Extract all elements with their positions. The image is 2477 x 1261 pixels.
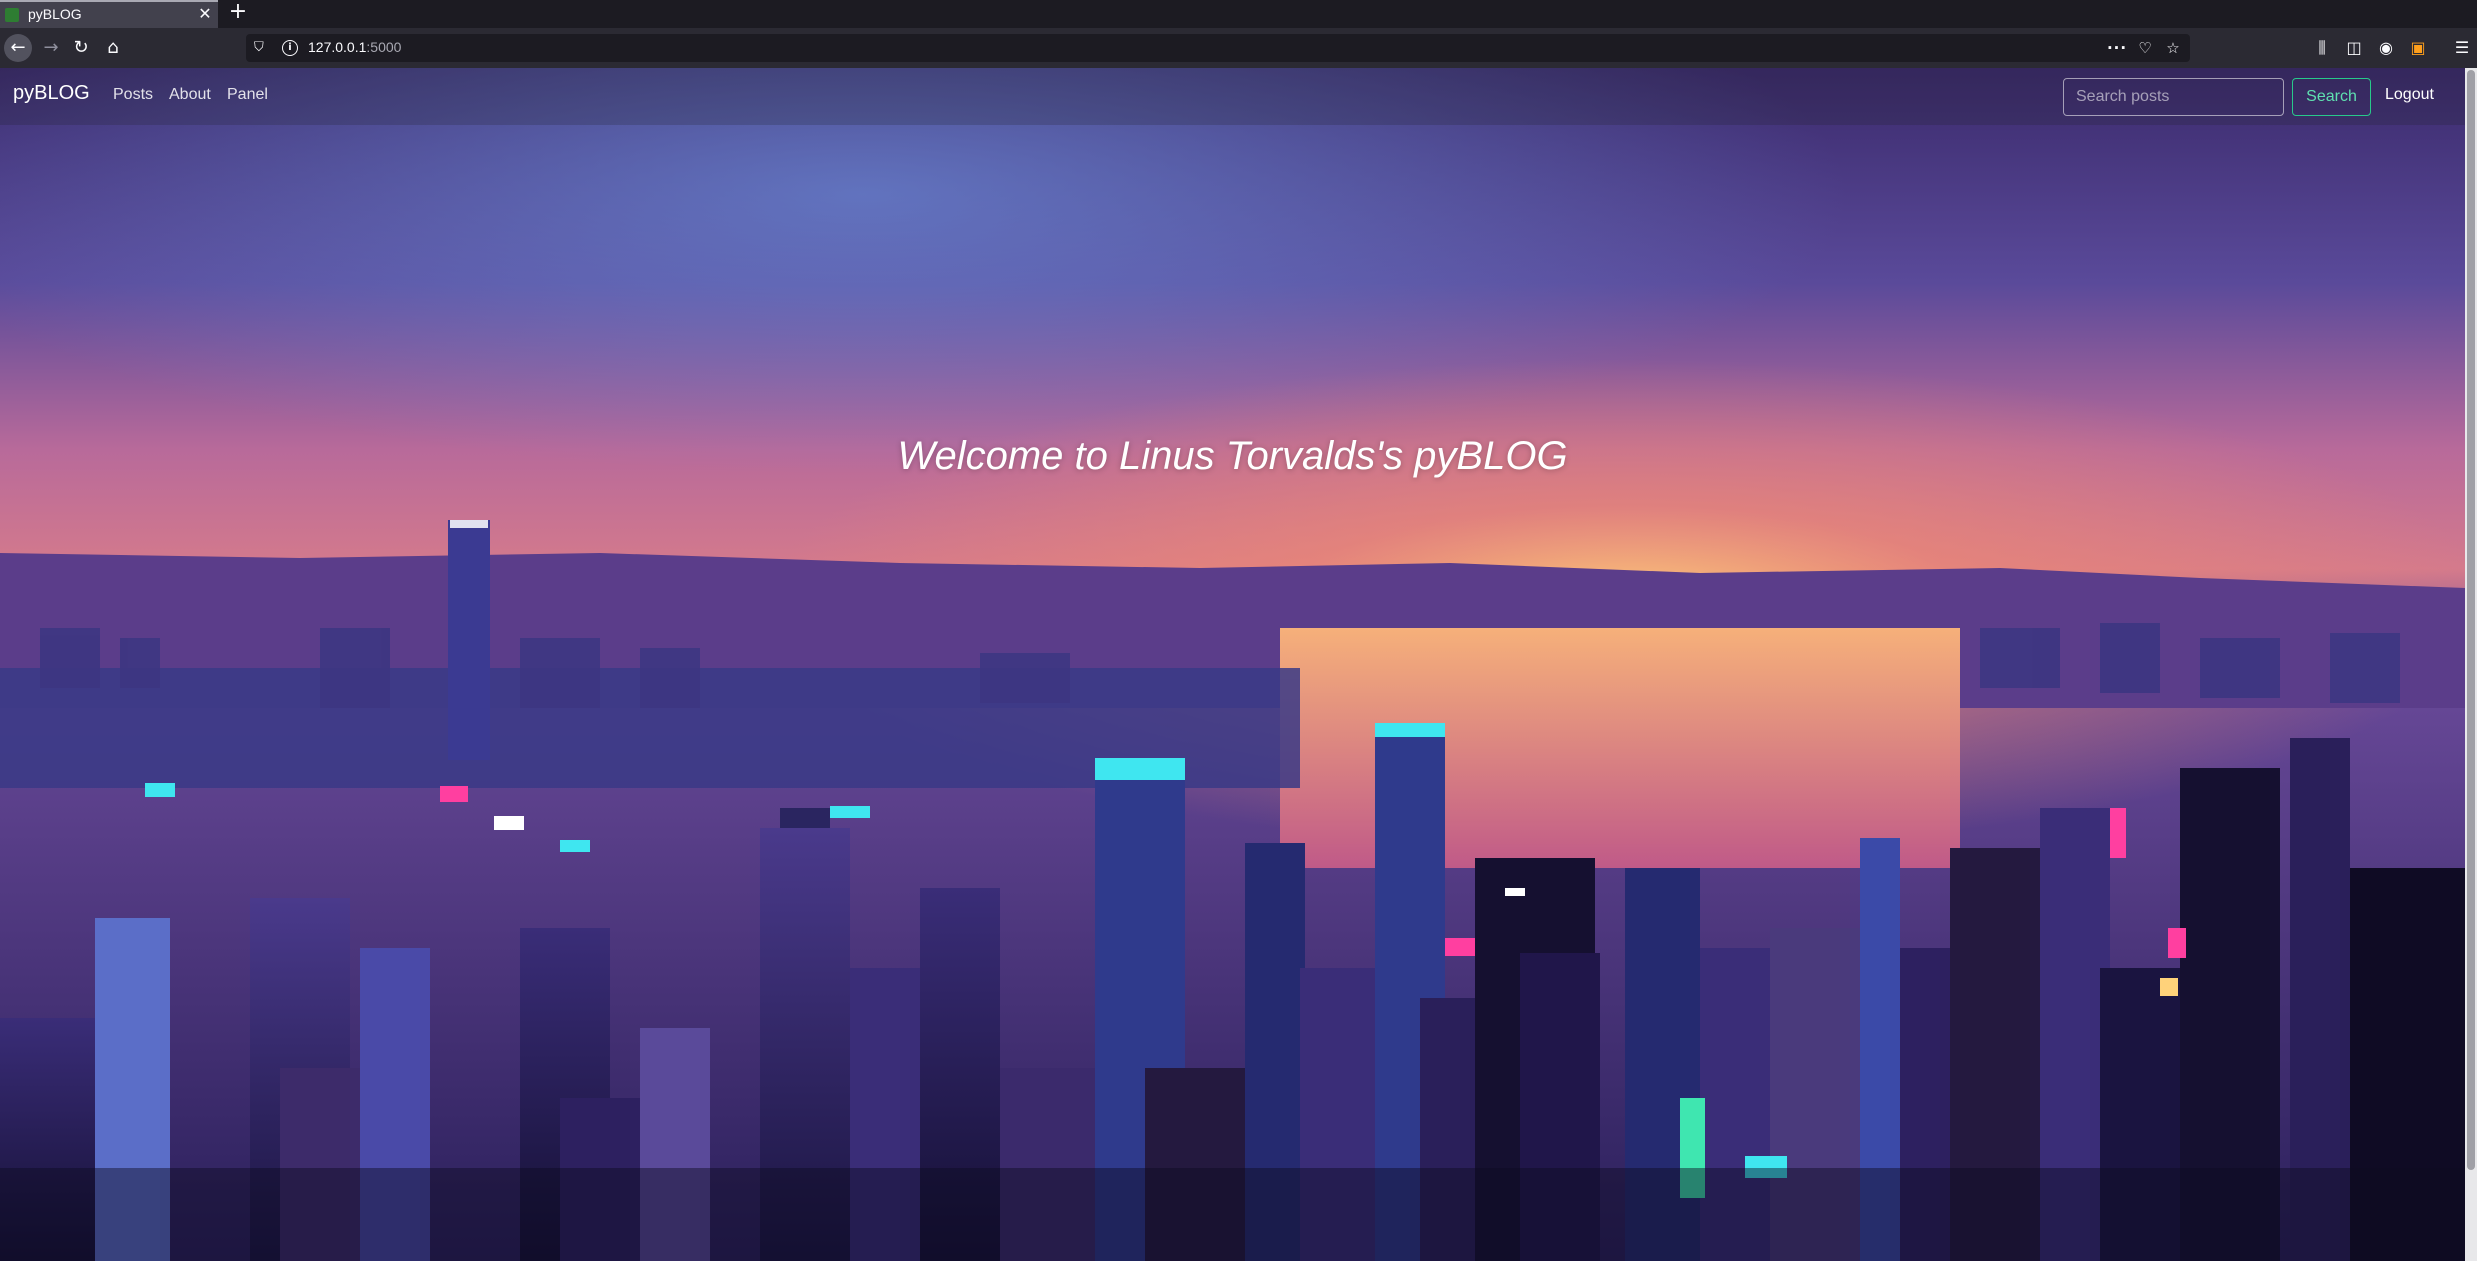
shield-icon[interactable]: ⛉: [254, 39, 270, 57]
url-bar[interactable]: ⛉ i 127.0.0.1:5000 ··· ♡ ☆: [246, 34, 2190, 62]
hero-welcome-heading: Welcome to Linus Torvalds's pyBLOG: [897, 434, 1568, 478]
page-viewport: pyBLOG Posts About Panel Search Logout W…: [0, 68, 2465, 1261]
menu-icon[interactable]: ☰: [2450, 36, 2474, 60]
home-icon[interactable]: ⌂: [100, 35, 126, 61]
nav-link-about[interactable]: About: [169, 86, 211, 104]
browser-tab[interactable]: pyBLOG ✕: [0, 0, 218, 28]
reload-icon[interactable]: ↻: [68, 35, 94, 61]
sidebar-icon[interactable]: ◫: [2342, 36, 2366, 60]
url-text[interactable]: 127.0.0.1:5000: [308, 39, 401, 55]
tab-title: pyBLOG: [28, 6, 82, 22]
forward-icon[interactable]: →: [38, 35, 64, 61]
info-icon[interactable]: i: [282, 40, 298, 56]
more-icon[interactable]: ···: [2106, 37, 2128, 59]
logout-link[interactable]: Logout: [2385, 86, 2434, 104]
new-tab-icon[interactable]: +: [227, 1, 249, 23]
library-icon[interactable]: ⫼: [2310, 36, 2334, 60]
account-icon[interactable]: ◉: [2374, 36, 2398, 60]
search-button[interactable]: Search: [2292, 78, 2371, 116]
close-tab-icon[interactable]: ✕: [196, 5, 214, 23]
tab-bar: pyBLOG ✕ +: [0, 0, 2477, 28]
nav-link-posts[interactable]: Posts: [113, 86, 153, 104]
search-input[interactable]: [2063, 78, 2284, 116]
nav-link-panel[interactable]: Panel: [227, 86, 268, 104]
browser-toolbar: ← → ↻ ⌂ ⛉ i 127.0.0.1:5000 ··· ♡ ☆ ⫼ ◫ ◉…: [0, 28, 2477, 68]
favicon-icon: [5, 8, 19, 22]
site-navbar: pyBLOG Posts About Panel Search Logout: [0, 68, 2465, 125]
brand-logo[interactable]: pyBLOG: [13, 82, 90, 105]
star-icon[interactable]: ☆: [2162, 37, 2184, 59]
extension-icon[interactable]: ▣: [2406, 36, 2430, 60]
scrollbar-thumb[interactable]: [2467, 70, 2475, 1170]
pocket-icon[interactable]: ♡: [2134, 37, 2156, 59]
hero-cityscape-background: [0, 68, 2465, 1261]
back-icon[interactable]: ←: [4, 34, 32, 62]
